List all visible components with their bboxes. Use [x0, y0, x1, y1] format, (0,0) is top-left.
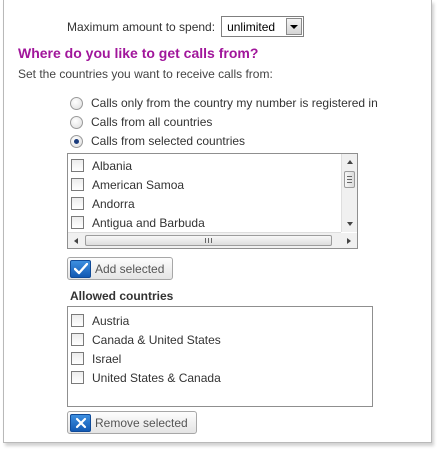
- radio-button[interactable]: [70, 115, 83, 129]
- radio-label: Calls from all countries: [91, 115, 213, 129]
- radio-option-registered-country[interactable]: Calls only from the country my number is…: [70, 95, 378, 111]
- chevron-down-icon[interactable]: [286, 18, 303, 35]
- radio-option-all-countries[interactable]: Calls from all countries: [70, 114, 212, 130]
- checkmark-icon: [70, 259, 91, 278]
- remove-selected-button[interactable]: Remove selected: [67, 411, 197, 434]
- allowed-countries-title: Allowed countries: [70, 289, 174, 303]
- checkbox[interactable]: [71, 178, 84, 191]
- scroll-down-icon[interactable]: [342, 216, 357, 231]
- scroll-left-icon[interactable]: [68, 233, 83, 248]
- spend-label: Maximum amount to spend:: [67, 19, 216, 34]
- radio-label: Calls only from the country my number is…: [91, 96, 378, 110]
- list-item[interactable]: Austria: [71, 312, 129, 329]
- list-item[interactable]: Israel: [71, 350, 121, 367]
- remove-selected-label: Remove selected: [95, 415, 188, 430]
- radio-button-checked[interactable]: [70, 134, 83, 148]
- country-label: Canada & United States: [92, 332, 221, 347]
- section-description: Set the countries you want to receive ca…: [18, 67, 273, 81]
- country-label: Antigua and Barbuda: [92, 215, 205, 230]
- list-item[interactable]: Albania: [71, 157, 132, 174]
- list-item[interactable]: United States & Canada: [71, 369, 221, 386]
- checkbox[interactable]: [71, 197, 84, 210]
- country-label: United States & Canada: [92, 370, 221, 385]
- available-countries-list[interactable]: Albania American Samoa Andorra Antigua a…: [67, 153, 358, 249]
- list-item[interactable]: Antigua and Barbuda: [71, 214, 205, 231]
- checkbox[interactable]: [71, 333, 84, 346]
- country-label: Israel: [92, 351, 122, 366]
- radio-label: Calls from selected countries: [91, 134, 246, 148]
- vertical-scrollbar[interactable]: [341, 154, 357, 232]
- checkbox[interactable]: [71, 159, 84, 172]
- horizontal-scrollbar[interactable]: [68, 232, 341, 248]
- list-item[interactable]: Canada & United States: [71, 331, 221, 348]
- country-label: Albania: [92, 158, 133, 173]
- checkbox[interactable]: [71, 216, 84, 229]
- checkbox[interactable]: [71, 371, 84, 384]
- vertical-scroll-thumb[interactable]: [344, 171, 355, 188]
- radio-button[interactable]: [70, 96, 83, 110]
- scroll-up-icon[interactable]: [342, 154, 357, 169]
- country-label: Andorra: [92, 196, 135, 211]
- country-label: Austria: [92, 313, 130, 328]
- add-selected-label: Add selected: [95, 261, 165, 276]
- checkbox[interactable]: [71, 352, 84, 365]
- section-heading: Where do you like to get calls from?: [18, 45, 259, 61]
- scroll-right-icon[interactable]: [341, 233, 357, 248]
- add-selected-button[interactable]: Add selected: [67, 257, 173, 280]
- country-label: American Samoa: [92, 177, 185, 192]
- call-settings-panel: Maximum amount to spend: unlimited Where…: [3, 0, 432, 443]
- horizontal-scroll-thumb[interactable]: [85, 235, 332, 246]
- allowed-countries-list[interactable]: Austria Canada & United States Israel Un…: [67, 306, 373, 407]
- spend-row: Maximum amount to spend: unlimited: [67, 16, 305, 37]
- checkbox[interactable]: [71, 314, 84, 327]
- spend-select[interactable]: unlimited: [221, 16, 305, 37]
- radio-option-selected-countries[interactable]: Calls from selected countries: [70, 133, 245, 149]
- close-icon: [70, 413, 91, 432]
- list-item[interactable]: American Samoa: [71, 176, 184, 193]
- spend-select-value: unlimited: [227, 19, 276, 34]
- list-item[interactable]: Andorra: [71, 195, 135, 212]
